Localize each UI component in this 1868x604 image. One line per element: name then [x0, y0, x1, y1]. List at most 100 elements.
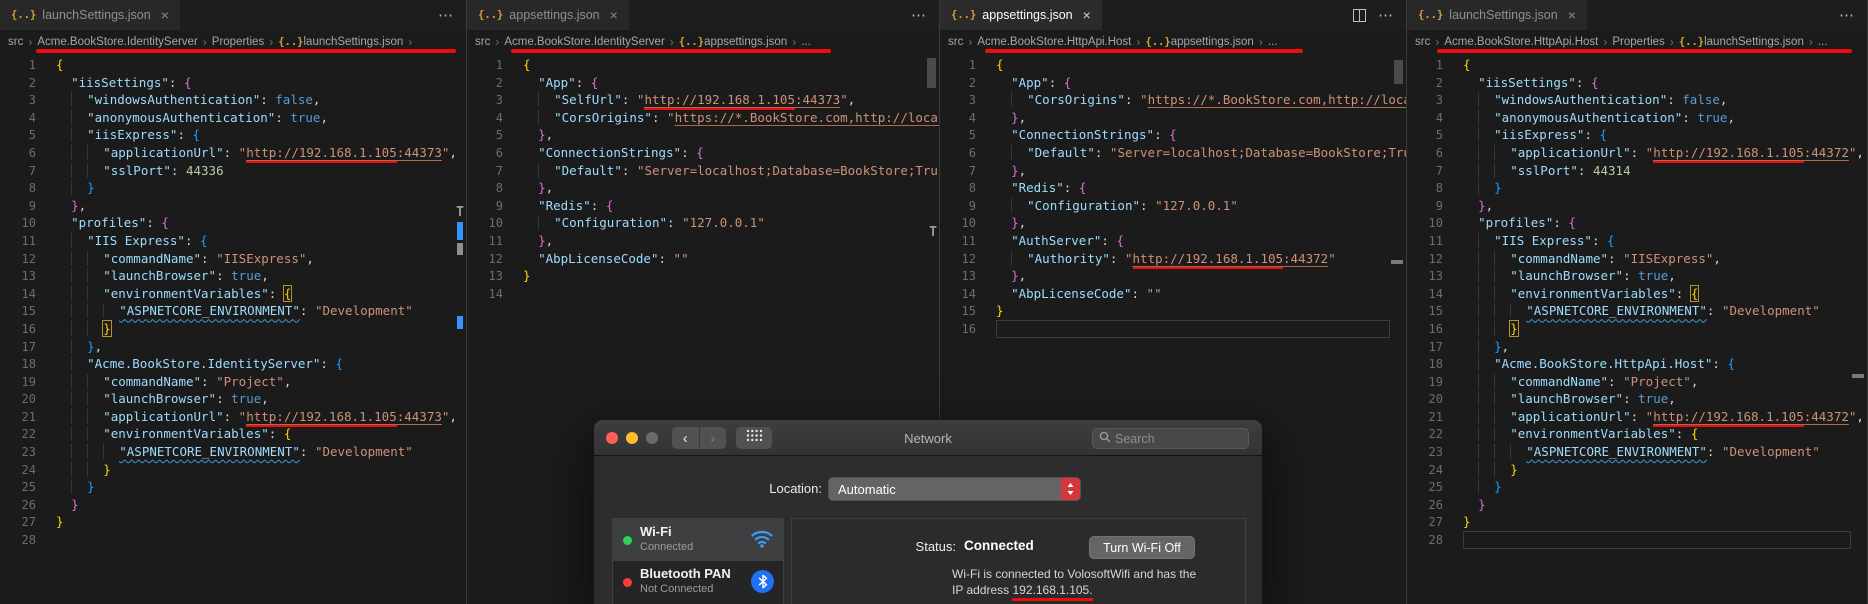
indent-guide [1463, 374, 1478, 389]
code-token: { [1568, 215, 1576, 231]
line-number: 12 [1428, 251, 1443, 266]
minimize-button[interactable] [626, 432, 638, 444]
back-button[interactable]: ‹ [672, 427, 700, 449]
line-number: 3 [28, 93, 36, 108]
breadcrumb-item[interactable]: src [1415, 36, 1430, 48]
indent-guide [538, 215, 555, 231]
tab-appsettings.json[interactable]: {..} appsettings.json × [940, 0, 1102, 30]
overview-ruler[interactable]: T [451, 53, 466, 604]
code-line: 10 "Configuration": "127.0.0.1" [467, 214, 939, 232]
breadcrumb-item[interactable]: Properties [212, 36, 264, 48]
code-content: "profiles": { [56, 215, 169, 230]
indent-guide [56, 479, 71, 494]
search-input[interactable]: Search [1092, 428, 1249, 449]
close-button[interactable] [606, 432, 618, 444]
indent-guide [56, 321, 71, 336]
breadcrumb-item[interactable]: launchSettings.json [1704, 36, 1804, 48]
breadcrumb-item[interactable]: Acme.BookStore.IdentityServer [504, 36, 664, 48]
indent-guide [87, 373, 104, 389]
breadcrumb-item[interactable]: ... [1268, 36, 1278, 48]
code-token: true [1638, 391, 1669, 407]
line-number: 16 [961, 321, 976, 336]
breadcrumb-separator-icon: › [669, 34, 674, 49]
breadcrumb-item[interactable]: appsettings.json [704, 36, 787, 48]
breadcrumb-separator-icon: › [1808, 34, 1813, 49]
code-content: "iisSettings": { [56, 75, 191, 90]
breadcrumb-item[interactable]: Properties [1612, 36, 1664, 48]
code-content: "environmentVariables": { [56, 426, 291, 442]
code-token: : [201, 373, 217, 389]
code-editor[interactable]: 1{2 "iisSettings": {3 "windowsAuthentica… [1407, 53, 1867, 604]
breadcrumb-item[interactable]: Acme.BookStore.HttpApi.Host [977, 36, 1131, 48]
indent-guide [523, 110, 538, 125]
more-actions-icon[interactable]: ⋯ [911, 6, 927, 24]
code-token: false [1682, 92, 1720, 108]
code-token: "applicationUrl" [103, 144, 224, 160]
annotation-underline [511, 49, 831, 53]
network-titlebar[interactable]: ‹ › Network Search [594, 420, 1262, 456]
code-content: "AbpLicenseCode": "" [523, 251, 689, 266]
code-line: 26 } [1407, 496, 1867, 514]
code-line: 19 "commandName": "Project", [1407, 373, 1867, 391]
service-row-wi-fi[interactable]: Wi-Fi Connected [613, 519, 783, 561]
code-token: "Default" [1027, 144, 1095, 160]
location-select[interactable]: Automatic [828, 477, 1081, 501]
overview-ruler[interactable] [1852, 53, 1867, 604]
code-token: { [335, 356, 344, 372]
indent-guide [1494, 162, 1511, 178]
code-line: 4 }, [940, 109, 1406, 127]
more-actions-icon[interactable]: ⋯ [1839, 6, 1855, 24]
turn-wifi-off-button[interactable]: Turn Wi-Fi Off [1089, 536, 1195, 559]
breadcrumb-item[interactable]: Acme.BookStore.IdentityServer [37, 36, 197, 48]
breadcrumb-item[interactable]: src [475, 36, 490, 48]
code-content: "anonymousAuthentication": true, [56, 109, 328, 125]
tab-launchSettings.json[interactable]: {..} launchSettings.json × [1407, 0, 1587, 30]
code-content: { [996, 57, 1004, 72]
code-token: : [299, 444, 315, 460]
breadcrumb-item[interactable]: ... [801, 36, 811, 48]
code-content: "ASPNETCORE_ENVIRONMENT": "Development" [1463, 444, 1820, 460]
more-actions-icon[interactable]: ⋯ [1378, 6, 1394, 24]
tab-close-icon[interactable]: × [161, 7, 169, 23]
code-token: "ASPNETCORE_ENVIRONMENT" [1526, 444, 1707, 460]
service-row-bluetooth-pan[interactable]: Bluetooth PAN Not Connected [613, 561, 783, 603]
code-token: : [275, 109, 291, 125]
breadcrumb-separator-icon: › [202, 34, 207, 49]
code-line: 18 "Acme.BookStore.HttpApi.Host": { [1407, 355, 1867, 373]
zoom-button[interactable] [646, 432, 658, 444]
tab-launchSettings.json[interactable]: {..} launchSettings.json × [0, 0, 180, 30]
tab-close-icon[interactable]: × [1083, 7, 1091, 23]
breadcrumb-item[interactable]: ... [1818, 36, 1828, 48]
breadcrumb-item[interactable]: src [8, 36, 23, 48]
line-number: 8 [968, 181, 976, 196]
overview-ruler[interactable] [1391, 53, 1406, 604]
breadcrumb-item[interactable]: appsettings.json [1171, 36, 1254, 48]
line-number: 1 [968, 58, 976, 72]
breadcrumb-item[interactable]: Acme.BookStore.HttpApi.Host [1444, 36, 1598, 48]
tab-close-icon[interactable]: × [610, 7, 618, 23]
show-all-button[interactable] [736, 427, 772, 449]
service-name: Wi-Fi [640, 524, 672, 539]
code-content: "iisSettings": { [1463, 75, 1598, 90]
breadcrumb-item[interactable]: src [948, 36, 963, 48]
line-number: 8 [28, 181, 36, 196]
code-token: : [1124, 92, 1141, 108]
code-content: "applicationUrl": "http://192.168.1.105:… [56, 144, 457, 163]
code-content: "ConnectionStrings": { [996, 127, 1177, 142]
indent-guide [996, 268, 1011, 283]
status-value: Connected [964, 538, 1034, 553]
breadcrumb-item[interactable]: launchSettings.json [304, 36, 404, 48]
more-actions-icon[interactable]: ⋯ [438, 6, 454, 24]
code-token: :44372 [1803, 144, 1849, 160]
code-token: "Authority" [1027, 250, 1110, 266]
forward-button[interactable]: › [700, 427, 727, 449]
tab-close-icon[interactable]: × [1568, 7, 1576, 23]
code-token: "profiles" [71, 215, 147, 231]
code-token: } [56, 514, 64, 530]
split-editor-icon[interactable] [1353, 8, 1366, 22]
code-editor[interactable]: 1{2 "iisSettings": {3 "windowsAuthentica… [0, 53, 466, 604]
code-token: : [1109, 250, 1125, 266]
search-icon [1099, 430, 1111, 448]
code-content: } [56, 180, 95, 196]
tab-appsettings.json[interactable]: {..} appsettings.json × [467, 0, 629, 30]
